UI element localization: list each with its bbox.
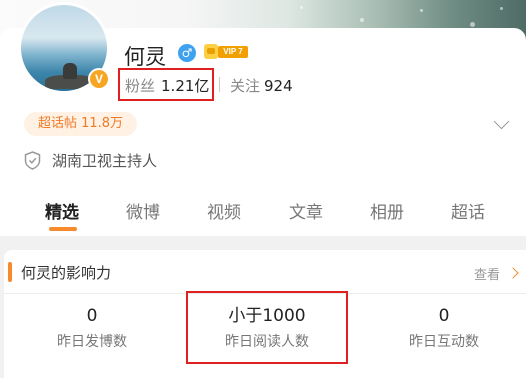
tab-article[interactable]: 文章 [289,198,323,223]
stat-interactions: 0 昨日互动数 [392,306,496,350]
tab-album[interactable]: 相册 [370,198,404,223]
follow-count[interactable]: 关注 924 [230,75,293,96]
active-tab-indicator [49,227,77,231]
verified-v-icon: V [88,68,110,90]
vip-level: VIP 7 [218,46,248,58]
shield-icon [24,151,41,170]
section-accent-bar [8,262,12,282]
profile-tabs: 精选 微博 视频 文章 相册 超话 [0,198,526,232]
influence-title: 何灵的影响力 [21,264,112,282]
profile-name: 何灵 [124,45,166,69]
stat-posts: 0 昨日发博数 [40,306,144,350]
stat-posts-value: 0 [86,306,98,326]
super-topic-badge[interactable]: 超话帖 11.8万 [24,112,137,136]
gender-male-icon: ♂ [178,44,196,62]
stat-separator [219,77,220,92]
highlight-box-reads [186,291,348,364]
vip-crown-icon [204,44,218,59]
tab-super-topic[interactable]: 超话 [451,198,485,223]
avatar-figure [63,63,77,79]
view-more-link[interactable]: 查看 [474,264,500,283]
stat-posts-label: 昨日发博数 [57,334,127,350]
highlight-box-fans [118,68,214,101]
stat-interactions-value: 0 [438,306,450,326]
follow-value: 924 [264,77,293,95]
tab-video[interactable]: 视频 [207,198,241,223]
tab-featured[interactable]: 精选 [45,198,79,223]
stat-interactions-label: 昨日互动数 [409,334,479,350]
verification-label: 湖南卫视主持人 [52,152,158,170]
tab-weibo[interactable]: 微博 [126,198,160,223]
follow-label: 关注 [230,77,261,95]
